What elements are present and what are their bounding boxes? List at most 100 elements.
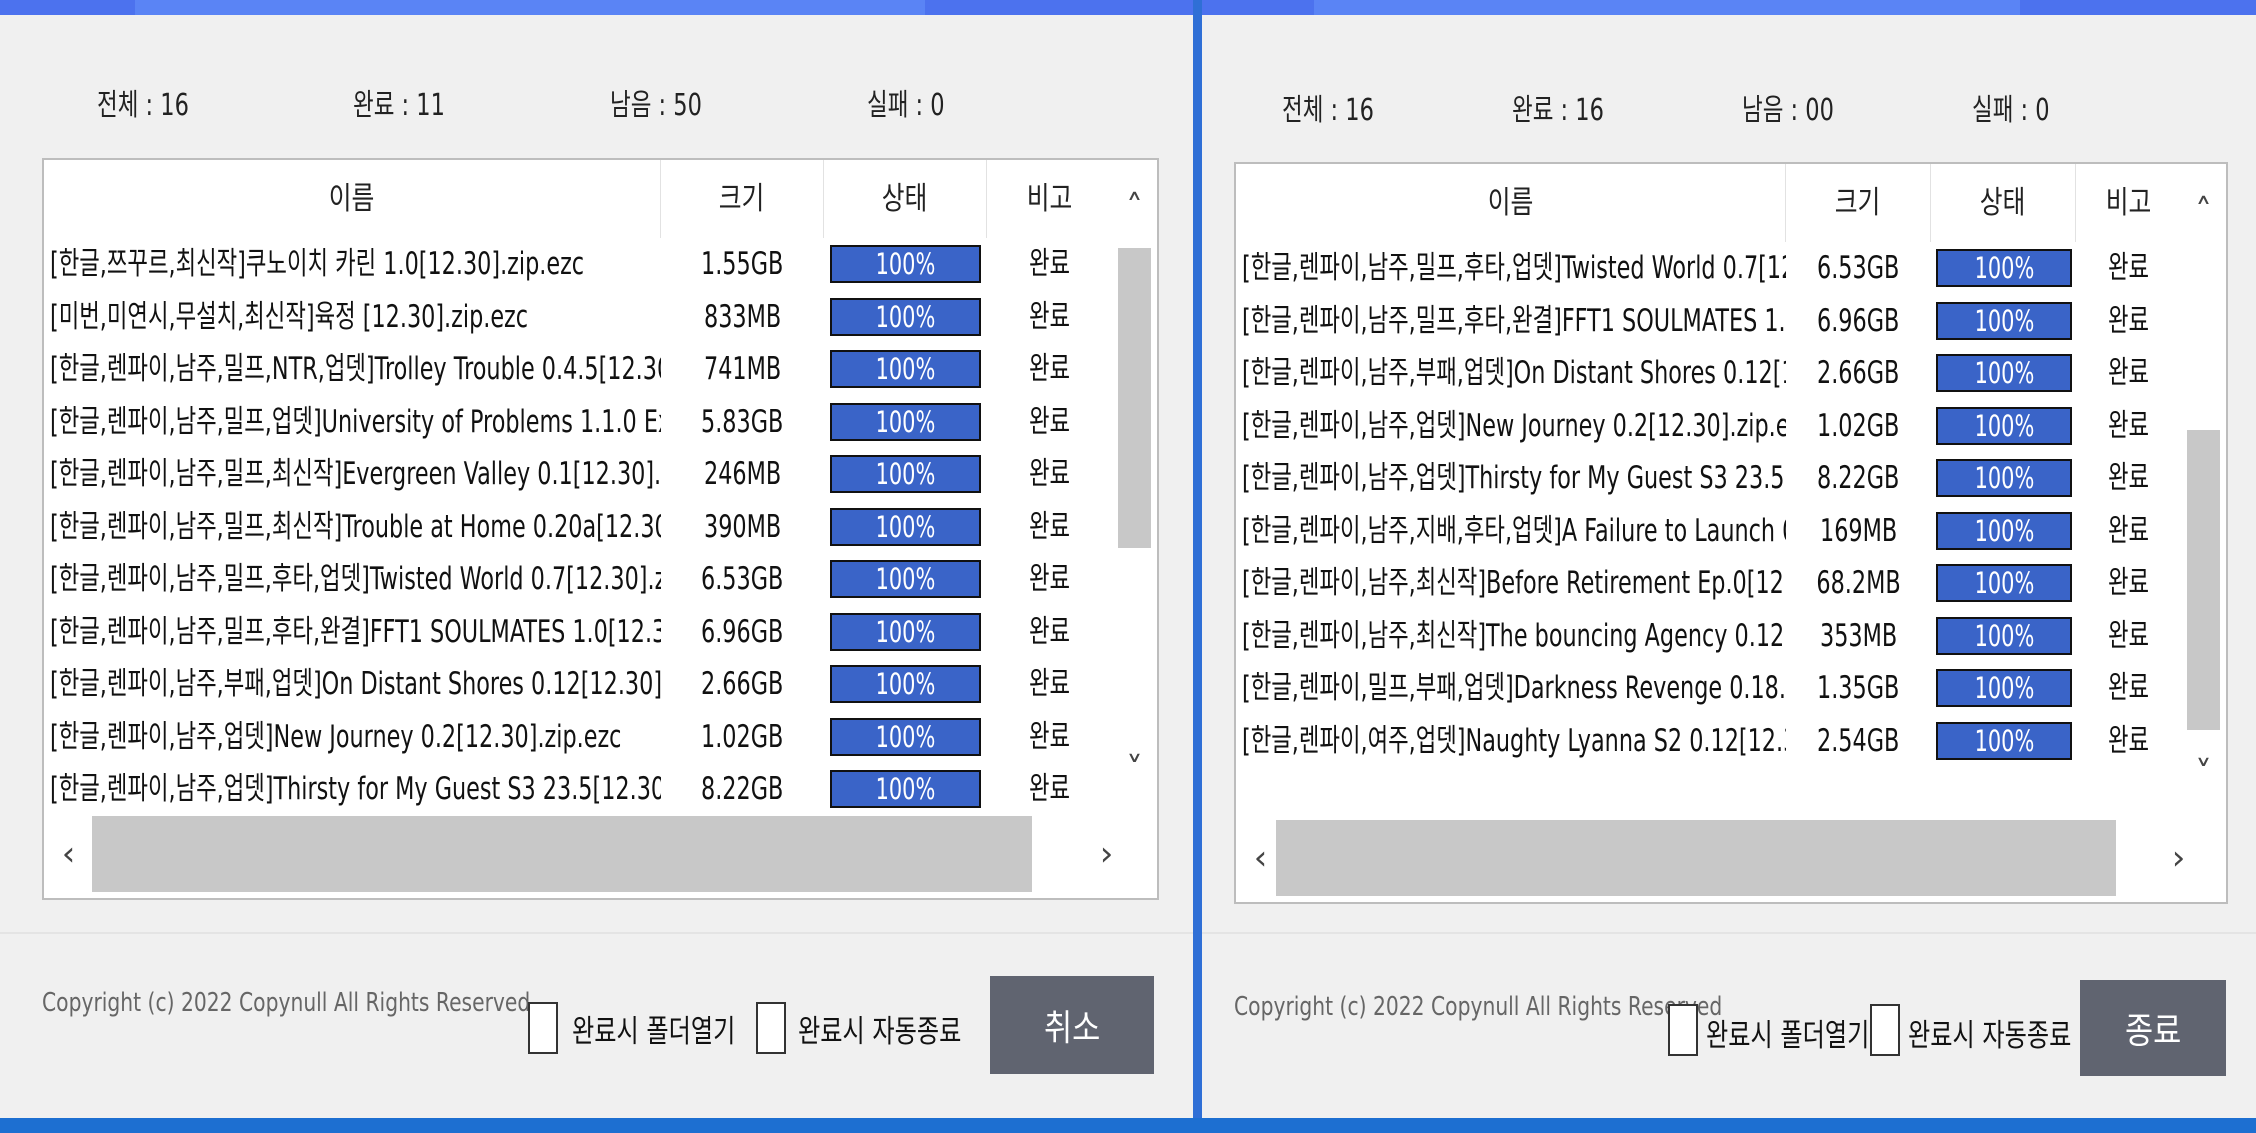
file-list[interactable]: 이름 크기 상태 비고 [한글,쯔꾸르,최신작]쿠노이치 카린 1.0[12.3… [42, 158, 1159, 900]
list-item[interactable]: [한글,쯔꾸르,최신작]쿠노이치 카린 1.0[12.30].zip.ezc 1.… [44, 238, 1112, 290]
scroll-down-arrow-icon[interactable]: ˅ [1112, 750, 1157, 790]
file-name: [한글,렌파이,남주,최신작]The bouncing Agency 0.12[… [1242, 617, 1786, 654]
title-bar[interactable] [0, 0, 1193, 15]
progress-bar: 100% [1936, 511, 2072, 550]
file-note: 완료 [2107, 460, 2150, 496]
file-list[interactable]: 이름 크기 상태 비고 [한글,렌파이,남주,밀프,후타,업뎃]Twisted … [1234, 162, 2228, 904]
download-dialog-right: 전체 : 16 완료 : 16 남음 : 00 실패 : 0 이름 크기 상태 … [1202, 0, 2256, 1118]
list-item[interactable]: [한글,렌파이,남주,밀프,최신작]Evergreen Valley 0.1[1… [44, 448, 1112, 500]
progress-text: 100% [1974, 618, 2034, 653]
list-item[interactable]: [한글,렌파이,남주,밀프,후타,완결]FFT1 SOULMATES 1.0[1… [1236, 295, 2181, 347]
file-size: 2.54GB [1817, 722, 1900, 759]
file-name: [한글,렌파이,남주,지배,후타,업뎃]A Failure to Launch … [1242, 512, 1786, 549]
list-item[interactable]: [한글,렌파이,남주,지배,후타,업뎃]A Failure to Launch … [1236, 505, 2181, 557]
copyright-text: Copyright (c) 2022 Copynull All Rights R… [1234, 992, 1723, 1022]
list-item[interactable]: [한글,렌파이,남주,밀프,후타,완결]FFT1 SOULMATES 1.0[1… [44, 606, 1112, 658]
list-item[interactable]: [한글,렌파이,남주,밀프,최신작]Trouble at Home 0.20a[… [44, 501, 1112, 553]
horizontal-scroll-thumb[interactable] [92, 816, 1032, 892]
file-size: 8.22GB [701, 771, 784, 807]
auto-exit-checkbox[interactable] [756, 1002, 786, 1054]
file-size: 6.96GB [701, 613, 784, 650]
list-rows: [한글,렌파이,남주,밀프,후타,업뎃]Twisted World 0.7[12… [1236, 242, 2181, 814]
stat-done: 완료 : 11 [353, 88, 445, 123]
list-item[interactable]: [한글,렌파이,남주,밀프,후타,업뎃]Twisted World 0.7[12… [44, 553, 1112, 605]
progress-bar: 100% [830, 665, 981, 703]
column-header-status[interactable]: 상태 [1931, 164, 2076, 242]
column-header-size[interactable]: 크기 [1786, 164, 1931, 242]
progress-text: 100% [1974, 408, 2034, 443]
progress-text: 100% [1974, 723, 2034, 758]
file-note: 완료 [1028, 298, 1071, 335]
vertical-scroll-thumb[interactable] [1118, 248, 1151, 548]
scroll-right-arrow-icon[interactable]: › [1084, 834, 1129, 874]
open-folder-checkbox[interactable] [528, 1002, 558, 1054]
vertical-scrollbar[interactable]: ˄ ˅ [2181, 164, 2226, 814]
list-item[interactable]: [한글,렌파이,남주,업뎃]New Journey 0.2[12.30].zip… [1236, 400, 2181, 452]
file-note: 완료 [2107, 355, 2150, 391]
list-item[interactable]: [한글,렌파이,여주,업뎃]Naughty Lyanna S2 0.12[12.… [1236, 715, 2181, 767]
file-name: [한글,렌파이,여주,업뎃]Naughty Lyanna S2 0.12[12.… [1242, 722, 1786, 759]
list-item[interactable]: [한글,렌파이,밀프,부패,업뎃]Darkness Revenge 0.18.0… [1236, 662, 2181, 714]
list-item[interactable]: [한글,렌파이,남주,업뎃]Thirsty for My Guest S3 23… [44, 763, 1112, 810]
dialog-footer: Copyright (c) 2022 Copynull All Rights R… [1202, 932, 2256, 1118]
exit-button[interactable]: 종료 [2080, 980, 2226, 1076]
list-item[interactable]: [한글,렌파이,남주,업뎃]New Journey 0.2[12.30].zip… [44, 711, 1112, 763]
progress-bar: 100% [1936, 616, 2072, 655]
stat-total: 전체 : 16 [97, 88, 189, 123]
file-note: 완료 [2107, 407, 2150, 444]
list-item[interactable]: [한글,렌파이,남주,최신작]Before Retirement Ep.0[12… [1236, 557, 2181, 609]
file-note: 완료 [2107, 617, 2150, 654]
progress-text: 100% [875, 719, 936, 754]
progress-bar: 100% [1936, 354, 2072, 392]
scroll-up-arrow-icon[interactable]: ˄ [1112, 188, 1157, 228]
list-item[interactable]: [한글,렌파이,남주,밀프,업뎃]University of Problems … [44, 396, 1112, 448]
title-bar-segment [135, 0, 925, 15]
auto-exit-checkbox[interactable] [1870, 1004, 1900, 1056]
column-header-name[interactable]: 이름 [44, 160, 661, 238]
scroll-left-arrow-icon[interactable]: ‹ [46, 834, 91, 874]
file-size: 353MB [1819, 617, 1898, 654]
list-item[interactable]: [한글,렌파이,남주,부패,업뎃]On Distant Shores 0.12[… [1236, 347, 2181, 399]
vertical-scroll-thumb[interactable] [2187, 430, 2220, 730]
list-item[interactable]: [한글,렌파이,남주,업뎃]Thirsty for My Guest S3 23… [1236, 452, 2181, 504]
list-item[interactable]: [한글,렌파이,남주,밀프,후타,업뎃]Twisted World 0.7[12… [1236, 242, 2181, 294]
file-size: 741MB [703, 351, 782, 387]
list-item[interactable]: [한글,렌파이,남주,최신작]The bouncing Agency 0.12[… [1236, 610, 2181, 662]
file-name: [한글,렌파이,남주,업뎃]Thirsty for My Guest S3 23… [1242, 460, 1786, 496]
stat-failed: 실패 : 0 [867, 88, 945, 123]
file-note: 완료 [1028, 666, 1071, 702]
column-header-name[interactable]: 이름 [1236, 164, 1786, 242]
scroll-down-arrow-icon[interactable]: ˅ [2181, 754, 2226, 794]
download-dialog-left: 전체 : 16 완료 : 11 남음 : 50 실패 : 0 이름 크기 상태 … [0, 0, 1193, 1118]
file-name: [한글,렌파이,남주,부패,업뎃]On Distant Shores 0.12[… [50, 666, 661, 702]
vertical-scrollbar[interactable]: ˄ ˅ [1112, 160, 1157, 810]
file-note: 완료 [2107, 250, 2150, 286]
column-header-note[interactable]: 비고 [2076, 164, 2181, 242]
scroll-up-arrow-icon[interactable]: ˄ [2181, 192, 2226, 232]
file-name: [한글,렌파이,남주,최신작]Before Retirement Ep.0[12… [1242, 565, 1786, 601]
file-note: 완료 [1028, 246, 1071, 282]
list-item[interactable]: [한글,렌파이,남주,밀프,NTR,업뎃]Trolley Trouble 0.4… [44, 343, 1112, 395]
column-header-status[interactable]: 상태 [824, 160, 987, 238]
scroll-right-arrow-icon[interactable]: › [2156, 838, 2201, 878]
file-name: [한글,렌파이,남주,업뎃]New Journey 0.2[12.30].zip… [1242, 407, 1786, 444]
progress-text: 100% [1974, 671, 2034, 705]
open-folder-checkbox[interactable] [1668, 1004, 1698, 1056]
progress-bar: 100% [1936, 459, 2072, 497]
horizontal-scroll-thumb[interactable] [1276, 820, 2116, 896]
file-size: 5.83GB [701, 403, 784, 440]
file-note: 완료 [1028, 351, 1071, 387]
column-header-note[interactable]: 비고 [987, 160, 1112, 238]
horizontal-scrollbar[interactable]: ‹ › [1236, 814, 2226, 902]
file-name: [한글,렌파이,남주,밀프,최신작]Trouble at Home 0.20a[… [50, 508, 661, 545]
progress-text: 100% [875, 562, 936, 596]
title-bar[interactable] [1202, 0, 2256, 15]
file-size: 169MB [1819, 512, 1898, 549]
file-name: [한글,렌파이,남주,부패,업뎃]On Distant Shores 0.12[… [1242, 355, 1786, 391]
list-item[interactable]: [미번,미연시,무설치,최신작]육정 [12.30].zip.ezc 833MB 1… [44, 291, 1112, 343]
list-item[interactable]: [한글,렌파이,남주,부패,업뎃]On Distant Shores 0.12[… [44, 658, 1112, 710]
horizontal-scrollbar[interactable]: ‹ › [44, 810, 1157, 898]
cancel-button[interactable]: 취소 [990, 976, 1154, 1074]
column-header-size[interactable]: 크기 [661, 160, 824, 238]
file-note: 완료 [1028, 403, 1071, 440]
